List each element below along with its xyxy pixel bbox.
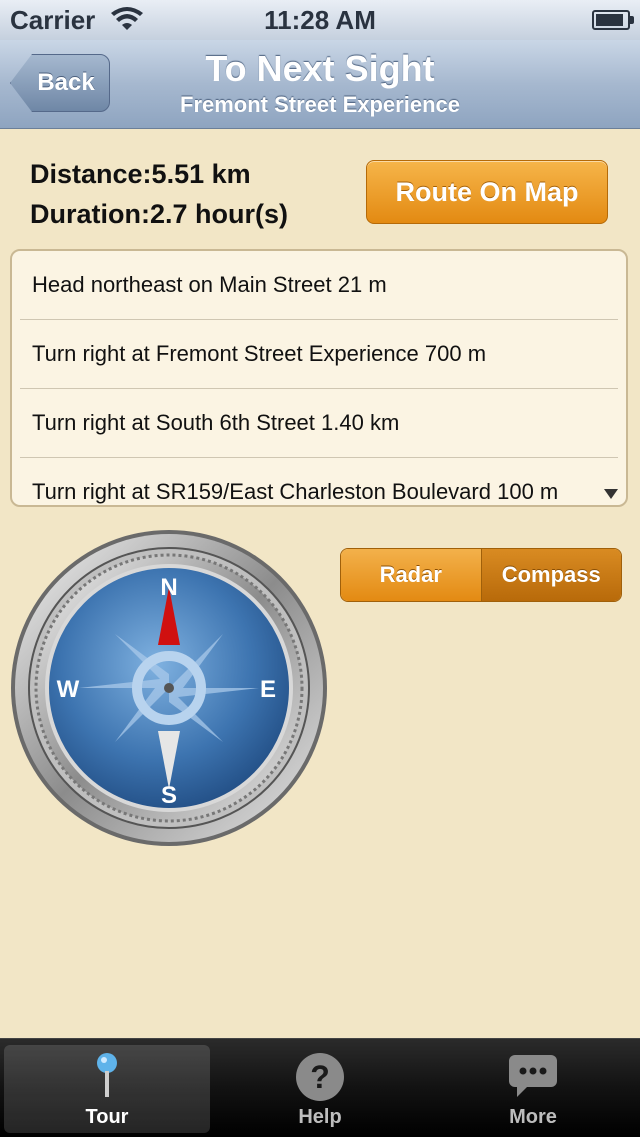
compass-west-label: W <box>57 676 80 703</box>
tab-more-label: More <box>509 1106 557 1128</box>
compass-segment[interactable]: Compass <box>481 549 621 601</box>
tab-more[interactable]: More <box>430 1045 636 1133</box>
tab-tour[interactable]: Tour <box>4 1045 210 1133</box>
scroll-down-icon <box>604 489 618 499</box>
list-item[interactable]: Head northeast on Main Street 21 m <box>20 251 618 320</box>
compass-north-label: N <box>160 574 177 601</box>
tab-tour-label: Tour <box>85 1106 129 1128</box>
tab-help-label: Help <box>298 1106 342 1128</box>
list-item[interactable]: Turn right at SR159/East Charleston Boul… <box>20 458 618 505</box>
status-bar: Carrier 11:28 AM <box>0 0 640 40</box>
compass-dial: N S E W <box>8 527 330 854</box>
distance-row: Distance:5.51 km <box>30 154 288 194</box>
duration-row: Duration:2.7 hour(s) <box>30 194 288 234</box>
tab-bar: Tour ? Help More <box>0 1038 640 1137</box>
distance-label: Distance: <box>30 159 152 189</box>
compass-south-label: S <box>161 782 177 809</box>
distance-value: 5.51 km <box>151 159 251 189</box>
battery-icon <box>592 10 634 30</box>
chat-bubble-icon <box>507 1051 559 1107</box>
duration-value: 2.7 hour(s) <box>149 199 289 229</box>
svg-text:?: ? <box>310 1059 330 1095</box>
view-mode-segmented-control[interactable]: Radar Compass <box>340 548 622 602</box>
question-icon: ? <box>294 1051 346 1109</box>
trip-info: Distance:5.51 km Duration:2.7 hour(s) <box>30 154 288 234</box>
page-title: To Next Sight <box>205 48 435 89</box>
compass-east-label: E <box>260 676 276 703</box>
radar-segment[interactable]: Radar <box>341 549 482 601</box>
tab-help[interactable]: ? Help <box>217 1045 423 1133</box>
route-on-map-button[interactable]: Route On Map <box>366 160 608 224</box>
duration-label: Duration: <box>30 199 150 229</box>
list-item[interactable]: Turn right at South 6th Street 1.40 km <box>20 389 618 458</box>
status-time: 11:28 AM <box>264 5 376 35</box>
directions-list[interactable]: Head northeast on Main Street 21 m Turn … <box>10 249 628 507</box>
page-subtitle: Fremont Street Experience <box>180 92 460 117</box>
pin-icon <box>92 1051 122 1107</box>
navigation-bar: Back To Next Sight Fremont Street Experi… <box>0 40 640 129</box>
list-item[interactable]: Turn right at Fremont Street Experience … <box>20 320 618 389</box>
